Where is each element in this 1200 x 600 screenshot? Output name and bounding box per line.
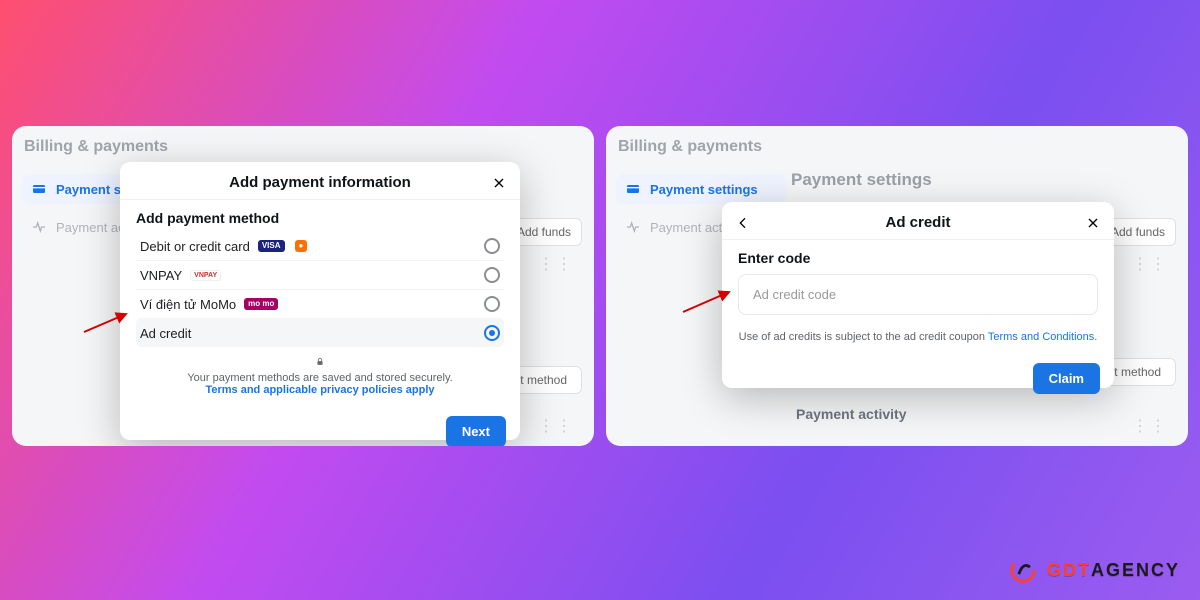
panel-left: Billing & payments Payment settings Paym… [12,126,594,446]
momo-badge-icon: mo mo [244,298,278,310]
terms-suffix: . [1094,331,1097,343]
page-title: Billing & payments [24,138,168,156]
radio-icon[interactable] [484,238,500,254]
option-label: VNPAY [140,268,182,283]
payment-settings-title: Payment settings [791,170,932,190]
drag-dots-icon: ⋮⋮ [1132,254,1168,274]
secure-text: Your payment methods are saved and store… [187,372,452,384]
payment-option-ad-credit[interactable]: Ad credit [136,318,504,347]
ad-credit-code-input[interactable]: Ad credit code [738,274,1098,315]
back-button[interactable] [732,212,754,234]
sidebar-item-payment-settings[interactable]: Payment settings [616,174,786,204]
annotation-arrow-icon [82,308,132,336]
next-button[interactable]: Next [446,416,506,446]
lock-icon [315,357,325,370]
card-icon [30,180,48,198]
drag-dots-icon: ⋮⋮ [538,254,574,274]
modal-footer: Next [120,408,520,446]
option-label: Debit or credit card [140,239,250,254]
payment-option-vnpay[interactable]: VNPAY VNPAY [136,260,504,289]
brand-watermark: GDT AGENCY [1009,556,1180,584]
activity-icon [624,218,642,236]
visa-badge-icon: VISA [258,240,285,252]
ad-credit-modal: Ad credit Enter code Ad credit code Use … [722,202,1114,388]
sidebar-item-label: Payment settings [650,182,758,197]
vnpay-badge-icon: VNPAY [190,270,221,281]
section-title: Enter code [738,250,1098,266]
claim-button[interactable]: Claim [1033,363,1100,394]
modal-header: Add payment information [120,162,520,200]
modal-body: Add payment method Debit or credit card … [120,200,520,408]
section-title: Add payment method [136,210,504,226]
terms-prefix: Use of ad credits is subject to the ad c… [739,331,988,343]
option-label: Ad credit [140,326,191,341]
modal-title: Add payment information [229,174,411,191]
payment-option-list: Debit or credit card VISA ● VNPAY VNPAY [136,232,504,347]
payment-activity-bg-label: Payment activity [796,406,907,422]
page-title: Billing & payments [618,138,762,156]
activity-icon [30,218,48,236]
payment-option-momo[interactable]: Ví điện tử MoMo mo mo [136,289,504,318]
drag-dots-icon: ⋮⋮ [538,416,574,436]
brand-text: GDT AGENCY [1047,560,1180,581]
modal-title: Ad credit [885,214,950,231]
radio-icon[interactable] [484,267,500,283]
mastercard-badge-icon: ● [295,240,308,252]
terms-link[interactable]: Terms and Conditions [988,331,1094,343]
brand-logo-icon [1009,556,1037,584]
input-placeholder: Ad credit code [753,287,836,302]
close-button[interactable] [1082,212,1104,234]
modal-body: Enter code Ad credit code Use of ad cred… [722,240,1114,355]
drag-dots-icon: ⋮⋮ [1132,416,1168,436]
card-icon [624,180,642,198]
close-button[interactable] [488,172,510,194]
panel-right: Billing & payments Payment settings Paym… [606,126,1188,446]
secure-info: Your payment methods are saved and store… [136,357,504,396]
terms-line: Use of ad credits is subject to the ad c… [738,331,1098,343]
modal-header: Ad credit [722,202,1114,240]
terms-link[interactable]: Terms and applicable privacy policies ap… [205,384,434,396]
modal-footer: Claim [722,355,1114,406]
annotation-arrow-icon [681,286,735,316]
radio-icon[interactable] [484,296,500,312]
brand-second: AGENCY [1091,560,1180,581]
option-label: Ví điện tử MoMo [140,297,236,312]
add-payment-modal: Add payment information Add payment meth… [120,162,520,440]
radio-icon[interactable] [484,325,500,341]
brand-first: GDT [1047,560,1091,581]
payment-option-card[interactable]: Debit or credit card VISA ● [136,232,504,260]
